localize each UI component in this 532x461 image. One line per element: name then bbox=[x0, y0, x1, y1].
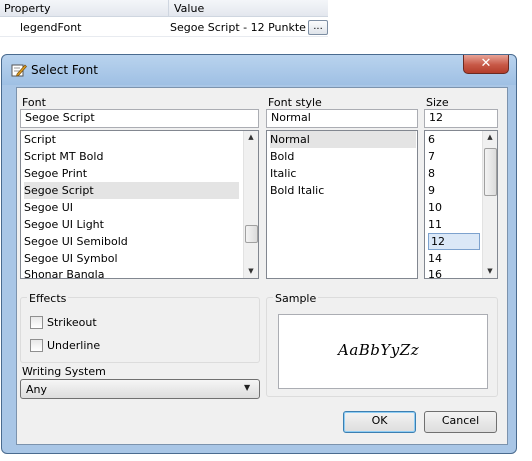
list-item[interactable]: 8 bbox=[428, 165, 435, 182]
list-item[interactable]: 10 bbox=[428, 199, 442, 216]
scrollbar-thumb[interactable] bbox=[245, 225, 258, 243]
list-item[interactable]: 9 bbox=[428, 182, 435, 199]
property-value: Segoe Script - 12 Punkte bbox=[170, 21, 306, 34]
list-item[interactable]: 11 bbox=[428, 216, 442, 233]
list-item[interactable]: Shonar Bangla bbox=[24, 266, 104, 278]
size-label: Size bbox=[426, 96, 449, 109]
close-button[interactable]: ✕ bbox=[463, 55, 509, 74]
ok-button[interactable]: OK bbox=[343, 411, 416, 433]
list-item[interactable]: Italic bbox=[270, 165, 296, 182]
cancel-button[interactable]: Cancel bbox=[424, 411, 497, 433]
font-list[interactable]: Script Script MT Bold Segoe Print Segoe … bbox=[20, 130, 259, 279]
effects-group bbox=[20, 297, 260, 363]
list-item[interactable]: Segoe Print bbox=[24, 165, 87, 182]
writing-system-value: Any bbox=[26, 383, 48, 396]
underline-checkbox[interactable] bbox=[30, 339, 43, 352]
list-item[interactable]: Segoe UI Symbol bbox=[24, 250, 118, 267]
size-list-scrollbar[interactable]: ▲ ▼ bbox=[482, 131, 497, 278]
size-input[interactable]: 12 bbox=[424, 109, 498, 128]
list-item[interactable]: 6 bbox=[428, 131, 435, 148]
ellipsis-button[interactable]: ... bbox=[308, 20, 328, 35]
list-item[interactable]: Bold bbox=[270, 148, 294, 165]
list-item[interactable]: Segoe UI Light bbox=[24, 216, 104, 233]
column-divider bbox=[168, 0, 169, 17]
sample-label: Sample bbox=[273, 292, 319, 305]
strikeout-checkbox[interactable] bbox=[30, 316, 43, 329]
font-name-input[interactable]: Segoe Script bbox=[20, 109, 259, 128]
list-item[interactable]: 16 bbox=[428, 266, 442, 278]
edit-pencil-icon bbox=[11, 64, 27, 77]
list-item-selected[interactable]: Normal bbox=[270, 131, 416, 148]
scrollbar-thumb[interactable] bbox=[484, 148, 497, 196]
strikeout-label[interactable]: Strikeout bbox=[47, 316, 97, 329]
effects-label: Effects bbox=[27, 292, 69, 305]
list-item[interactable]: Script bbox=[24, 131, 56, 148]
list-item-selected[interactable]: Segoe Script bbox=[24, 182, 239, 199]
scroll-down-arrow-icon[interactable]: ▼ bbox=[244, 266, 258, 276]
list-item[interactable]: Bold Italic bbox=[270, 182, 324, 199]
font-style-list[interactable]: Normal Bold Italic Bold Italic bbox=[266, 130, 418, 279]
font-list-scrollbar[interactable]: ▲ ▼ bbox=[243, 131, 258, 278]
writing-system-label: Writing System bbox=[22, 365, 106, 378]
property-name: legendFont bbox=[20, 21, 82, 34]
list-item[interactable]: Segoe UI bbox=[24, 199, 73, 216]
scroll-down-arrow-icon[interactable]: ▼ bbox=[483, 266, 497, 276]
list-item[interactable]: Script MT Bold bbox=[24, 148, 103, 165]
property-column-header[interactable]: Property bbox=[4, 2, 51, 15]
dropdown-arrow-icon[interactable]: ▼ bbox=[244, 383, 250, 392]
list-item-selected[interactable]: 12 bbox=[428, 233, 480, 250]
writing-system-combobox[interactable] bbox=[20, 379, 260, 399]
dialog-title: Select Font bbox=[31, 63, 98, 77]
list-item[interactable]: 7 bbox=[428, 148, 435, 165]
scroll-up-arrow-icon[interactable]: ▲ bbox=[483, 132, 497, 142]
underline-label[interactable]: Underline bbox=[47, 339, 100, 352]
value-column-header[interactable]: Value bbox=[174, 2, 204, 15]
list-item[interactable]: 14 bbox=[428, 250, 442, 267]
font-style-label: Font style bbox=[268, 96, 322, 109]
size-list[interactable]: 6 7 8 9 10 11 12 14 16 ▲ ▼ bbox=[424, 130, 498, 279]
font-style-input[interactable]: Normal bbox=[266, 109, 418, 128]
scroll-up-arrow-icon[interactable]: ▲ bbox=[244, 132, 258, 142]
sample-text: AaBbYyZz bbox=[338, 341, 420, 359]
list-item[interactable]: Segoe UI Semibold bbox=[24, 233, 128, 250]
font-label: Font bbox=[22, 96, 46, 109]
